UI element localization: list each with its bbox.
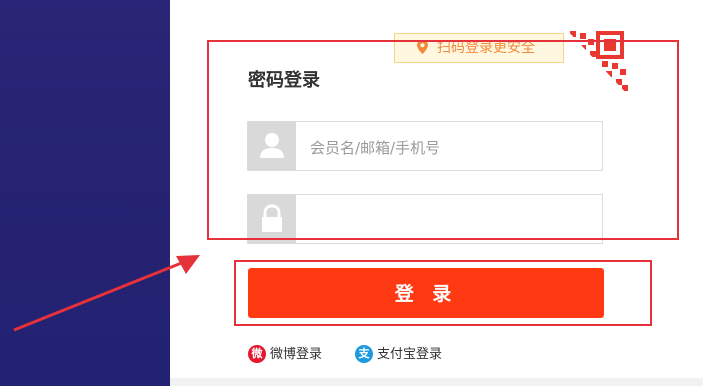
alipay-icon-glyph: 支: [358, 346, 370, 360]
weibo-login-link[interactable]: 微微博登录: [248, 344, 323, 365]
alipay-login-link[interactable]: 支支付宝登录: [355, 344, 443, 365]
annotation-box-form: [207, 40, 679, 240]
alipay-icon: 支: [355, 344, 373, 363]
weibo-icon-glyph: 微: [251, 346, 263, 360]
annotation-box-button: [234, 260, 652, 326]
weibo-login-label: 微博登录: [270, 347, 323, 362]
left-decorative-panel: [0, 0, 170, 386]
bottom-strip: [170, 378, 703, 386]
weibo-icon: 微: [248, 344, 266, 363]
alipay-login-label: 支付宝登录: [377, 347, 443, 362]
